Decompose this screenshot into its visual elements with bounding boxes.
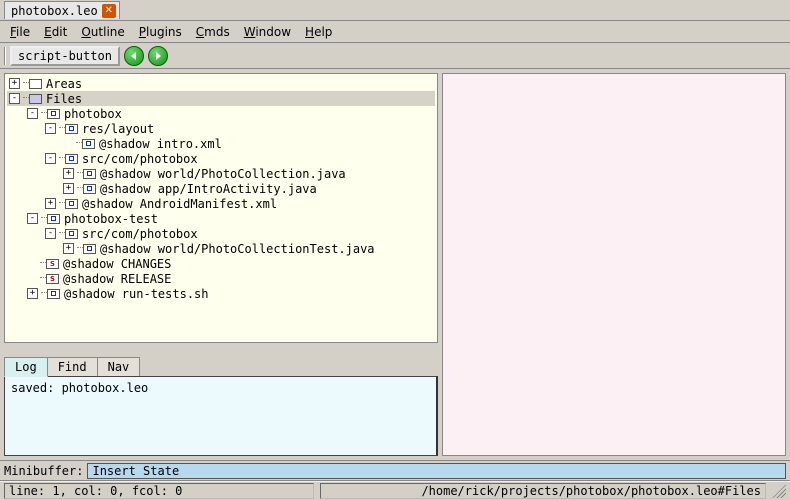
node-icon	[47, 109, 60, 119]
status-position: line: 1, col: 0, fcol: 0	[4, 483, 314, 499]
document-tab[interactable]: photobox.leo ✕	[4, 1, 120, 19]
menu-cmds[interactable]: Cmds	[190, 23, 236, 41]
toolbar-handle	[4, 47, 6, 65]
tree-label: src/com/photobox	[82, 152, 198, 166]
tree-row[interactable]: + @shadow app/IntroActivity.java	[7, 181, 435, 196]
expand-icon[interactable]: +	[45, 198, 56, 209]
tree-label: @shadow RELEASE	[63, 272, 171, 286]
toolbar: script-button	[0, 43, 790, 69]
menu-window[interactable]: Window	[238, 23, 297, 41]
tree-row[interactable]: - src/com/photobox	[7, 226, 435, 241]
outline-tree[interactable]: +Areas-Files-photobox-res/layout@shadow …	[4, 73, 438, 343]
tree-row[interactable]: s @shadow RELEASE	[7, 271, 435, 286]
script-button[interactable]: script-button	[10, 46, 120, 66]
tree-label: src/com/photobox	[82, 227, 198, 241]
node-icon	[65, 229, 78, 239]
menu-file[interactable]: File	[4, 23, 36, 41]
left-pane: +Areas-Files-photobox-res/layout@shadow …	[4, 73, 438, 456]
nav-forward-button[interactable]	[148, 46, 168, 66]
node-icon	[83, 244, 96, 254]
expand-icon[interactable]: +	[63, 183, 74, 194]
tree-row[interactable]: s @shadow CHANGES	[7, 256, 435, 271]
tree-row[interactable]: - res/layout	[7, 121, 435, 136]
tree-row[interactable]: + @shadow run-tests.sh	[7, 286, 435, 301]
tree-row[interactable]: - src/com/photobox	[7, 151, 435, 166]
tree-label: @shadow world/PhotoCollectionTest.java	[100, 242, 375, 256]
tree-label: photobox-test	[64, 212, 158, 226]
node-icon: s	[46, 259, 59, 269]
collapse-icon[interactable]: -	[45, 228, 56, 239]
expand-icon[interactable]: +	[63, 243, 74, 254]
tab-find[interactable]: Find	[47, 357, 98, 377]
minibuffer-row: Minibuffer: Insert State	[0, 461, 790, 481]
tree-label: @shadow world/PhotoCollection.java	[100, 167, 346, 181]
expand-icon[interactable]: +	[27, 288, 38, 299]
close-icon[interactable]: ✕	[102, 4, 116, 18]
node-icon	[83, 169, 96, 179]
tree-label: @shadow CHANGES	[63, 257, 171, 271]
tree-label: Areas	[46, 77, 82, 91]
statusbar: line: 1, col: 0, fcol: 0 /home/rick/proj…	[0, 481, 790, 499]
node-icon	[29, 79, 42, 89]
collapse-icon[interactable]: -	[9, 93, 20, 104]
tree-label: @shadow intro.xml	[99, 137, 222, 151]
resize-grip[interactable]	[772, 484, 786, 498]
menu-help[interactable]: Help	[299, 23, 338, 41]
node-icon	[65, 199, 78, 209]
collapse-icon[interactable]: -	[27, 213, 38, 224]
body-editor[interactable]	[442, 73, 786, 456]
tree-label: @shadow run-tests.sh	[64, 287, 209, 301]
tree-label: @shadow AndroidManifest.xml	[82, 197, 277, 211]
status-path: /home/rick/projects/photobox/photobox.le…	[320, 483, 766, 499]
minibuffer-label: Minibuffer:	[4, 464, 83, 478]
tree-row[interactable]: - photobox-test	[7, 211, 435, 226]
arrow-right-icon	[153, 51, 163, 61]
right-pane	[442, 73, 786, 456]
minibuffer-input[interactable]: Insert State	[87, 463, 786, 479]
tree-row[interactable]: + Areas	[7, 76, 435, 91]
tree-row[interactable]: + @shadow world/PhotoCollectionTest.java	[7, 241, 435, 256]
document-title: photobox.leo	[11, 4, 98, 18]
tree-label: res/layout	[82, 122, 154, 136]
log-body[interactable]: saved: photobox.leo	[4, 376, 438, 456]
tree-row[interactable]: - photobox	[7, 106, 435, 121]
tree-row[interactable]: - Files	[7, 91, 435, 106]
nav-back-button[interactable]	[124, 46, 144, 66]
expand-icon[interactable]: +	[63, 168, 74, 179]
tree-row[interactable]: + @shadow world/PhotoCollection.java	[7, 166, 435, 181]
menu-outline[interactable]: Outline	[75, 23, 130, 41]
node-icon	[65, 124, 78, 134]
content: +Areas-Files-photobox-res/layout@shadow …	[0, 69, 790, 461]
node-icon	[82, 139, 95, 149]
log-tabs: Log Find Nav	[4, 355, 438, 377]
tree-label: @shadow app/IntroActivity.java	[100, 182, 317, 196]
tab-log[interactable]: Log	[4, 357, 48, 377]
minibuffer-value: Insert State	[92, 464, 179, 478]
node-icon	[29, 94, 42, 104]
collapse-icon[interactable]: -	[27, 108, 38, 119]
tree-row[interactable]: @shadow intro.xml	[7, 136, 435, 151]
menubar: File Edit Outline Plugins Cmds Window He…	[0, 21, 790, 43]
tree-row[interactable]: + @shadow AndroidManifest.xml	[7, 196, 435, 211]
tab-nav[interactable]: Nav	[97, 357, 141, 377]
menu-edit[interactable]: Edit	[38, 23, 73, 41]
menu-plugins[interactable]: Plugins	[133, 23, 188, 41]
node-icon	[83, 184, 96, 194]
node-icon	[65, 154, 78, 164]
node-icon	[47, 289, 60, 299]
node-icon: s	[46, 274, 59, 284]
collapse-icon[interactable]: -	[45, 123, 56, 134]
tree-label: Files	[46, 92, 82, 106]
collapse-icon[interactable]: -	[45, 153, 56, 164]
arrow-left-icon	[129, 51, 139, 61]
tree-label: photobox	[64, 107, 122, 121]
expand-icon[interactable]: +	[9, 78, 20, 89]
node-icon	[47, 214, 60, 224]
titlebar: photobox.leo ✕	[0, 0, 790, 21]
